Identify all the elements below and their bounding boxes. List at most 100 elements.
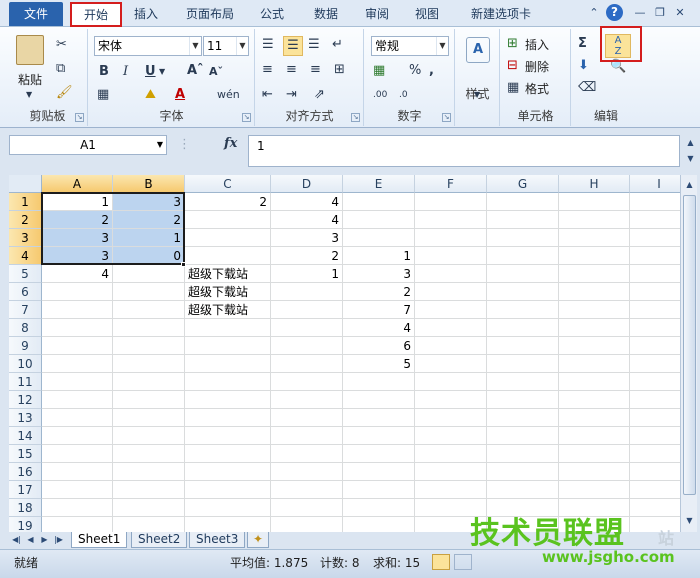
row-header-6[interactable]: 6 <box>9 283 42 301</box>
paste-label[interactable]: 粘贴 <box>18 71 42 88</box>
column-header-h[interactable]: H <box>559 175 630 193</box>
tab-data[interactable]: 数据 <box>309 3 343 25</box>
sheet-tab-1[interactable]: Sheet1 <box>71 532 128 548</box>
decrease-indent-icon[interactable]: ⇤ <box>262 87 273 103</box>
cell-e4[interactable]: 1 <box>343 247 415 265</box>
first-sheet-icon[interactable]: ◀| <box>11 534 22 546</box>
insert-cells-label[interactable]: 插入 <box>525 36 549 53</box>
row-header-12[interactable]: 12 <box>9 391 42 409</box>
cell-e9[interactable]: 6 <box>343 337 415 355</box>
column-header-f[interactable]: F <box>415 175 487 193</box>
cell-c6[interactable]: 超级下载站 <box>185 283 271 301</box>
accounting-format-icon[interactable]: ▦ <box>373 63 385 79</box>
format-painter-icon[interactable]: 🖌 <box>56 85 73 101</box>
insert-function-icon[interactable]: fx <box>224 136 237 152</box>
sheet-tab-3[interactable]: Sheet3 <box>189 532 246 548</box>
cell-b4[interactable]: 0 <box>113 247 185 265</box>
row-header-11[interactable]: 11 <box>9 373 42 391</box>
italic-icon[interactable]: I <box>123 64 128 80</box>
cell-c7[interactable]: 超级下载站 <box>185 301 271 319</box>
percent-icon[interactable]: % <box>409 63 421 79</box>
cell-c1[interactable]: 2 <box>185 193 271 211</box>
fill-handle[interactable] <box>181 262 186 267</box>
tab-review[interactable]: 审阅 <box>360 3 394 25</box>
align-left-icon[interactable]: ≡ <box>262 62 273 78</box>
cell-e7[interactable]: 7 <box>343 301 415 319</box>
next-sheet-icon[interactable]: ▶ <box>39 534 50 546</box>
row-header-9[interactable]: 9 <box>9 337 42 355</box>
window-close-icon[interactable]: ✕ <box>672 5 688 21</box>
styles-dropdown-icon[interactable]: ▼ <box>474 87 480 103</box>
format-cells-label[interactable]: 格式 <box>525 80 549 97</box>
minimize-ribbon-icon[interactable]: ⌃ <box>586 5 602 21</box>
column-header-g[interactable]: G <box>487 175 559 193</box>
borders-icon[interactable]: ▦ <box>97 87 109 103</box>
row-header-19[interactable]: 19 <box>9 517 42 532</box>
tab-formulas[interactable]: 公式 <box>255 3 289 25</box>
vertical-scrollbar[interactable]: ▲ ▼ <box>680 175 697 532</box>
normal-view-icon[interactable] <box>432 554 450 570</box>
last-sheet-icon[interactable]: |▶ <box>53 534 64 546</box>
select-all-corner[interactable] <box>9 175 42 193</box>
cell-d4[interactable]: 2 <box>271 247 343 265</box>
cell-e6[interactable]: 2 <box>343 283 415 301</box>
column-header-b[interactable]: B <box>113 175 185 193</box>
orientation-icon[interactable]: ⇗ <box>314 87 325 103</box>
comma-style-icon[interactable]: , <box>429 63 434 79</box>
increase-decimal-icon[interactable]: .00 <box>373 87 387 103</box>
window-restore-icon[interactable]: ❐ <box>652 5 668 21</box>
cell-a5[interactable]: 4 <box>42 265 113 283</box>
cell-d5[interactable]: 1 <box>271 265 343 283</box>
row-header-18[interactable]: 18 <box>9 499 42 517</box>
row-header-10[interactable]: 10 <box>9 355 42 373</box>
row-header-16[interactable]: 16 <box>9 463 42 481</box>
underline-dropdown-icon[interactable]: ▼ <box>159 64 165 80</box>
cell-d1[interactable]: 4 <box>271 193 343 211</box>
column-header-a[interactable]: A <box>42 175 113 193</box>
delete-cells-icon[interactable]: ⊟ <box>507 58 518 74</box>
page-layout-view-icon[interactable] <box>454 554 472 570</box>
clear-icon[interactable]: ⌫ <box>578 80 596 96</box>
insert-sheet-icon[interactable]: ✦ <box>247 532 270 548</box>
align-center-icon[interactable]: ≡ <box>286 62 297 78</box>
delete-cells-label[interactable]: 删除 <box>525 58 549 75</box>
increase-indent-icon[interactable]: ⇥ <box>286 87 297 103</box>
autosum-icon[interactable]: Σ <box>578 36 587 52</box>
tab-view[interactable]: 视图 <box>410 3 444 25</box>
row-header-14[interactable]: 14 <box>9 427 42 445</box>
decrease-decimal-icon[interactable]: .0 <box>399 87 408 103</box>
alignment-launcher-icon[interactable]: ↘ <box>351 113 360 122</box>
find-select-icon[interactable]: 🔍 <box>610 59 626 75</box>
cell-c5[interactable]: 超级下载站 <box>185 265 271 283</box>
number-launcher-icon[interactable]: ↘ <box>442 113 451 122</box>
merge-center-icon[interactable]: ⊞ <box>334 62 345 78</box>
row-header-5[interactable]: 5 <box>9 265 42 283</box>
insert-cells-icon[interactable]: ⊞ <box>507 36 518 52</box>
column-header-c[interactable]: C <box>185 175 271 193</box>
prev-sheet-icon[interactable]: ◀ <box>25 534 36 546</box>
row-header-17[interactable]: 17 <box>9 481 42 499</box>
row-header-4[interactable]: 4 <box>9 247 42 265</box>
cell-a3[interactable]: 3 <box>42 229 113 247</box>
shrink-font-icon[interactable]: Aˇ <box>209 64 223 80</box>
cell-b1[interactable]: 3 <box>113 193 185 211</box>
clipboard-launcher-icon[interactable]: ↘ <box>75 113 84 122</box>
expand-icon[interactable]: ⋮ <box>178 137 191 153</box>
cell-a2[interactable]: 2 <box>42 211 113 229</box>
wrap-text-icon[interactable]: ↵ <box>332 37 343 53</box>
scroll-up-icon[interactable]: ▲ <box>682 177 697 192</box>
scroll-down-icon[interactable]: ▼ <box>682 513 697 528</box>
formula-expand-icon[interactable]: ▲ <box>683 135 698 150</box>
align-bottom-icon[interactable]: ☰ <box>308 37 320 53</box>
tab-page-layout[interactable]: 页面布局 <box>177 3 243 25</box>
paste-dropdown-icon[interactable]: ▼ <box>26 87 32 103</box>
cell-e10[interactable]: 5 <box>343 355 415 373</box>
cell-e8[interactable]: 4 <box>343 319 415 337</box>
align-right-icon[interactable]: ≡ <box>310 62 321 78</box>
paste-icon[interactable] <box>16 35 44 65</box>
row-header-1[interactable]: 1 <box>9 193 42 211</box>
font-launcher-icon[interactable]: ↘ <box>242 113 251 122</box>
tab-new-tab[interactable]: 新建选项卡 <box>460 3 542 25</box>
cell-a1[interactable]: 1 <box>42 193 113 211</box>
bold-icon[interactable]: B <box>99 64 109 80</box>
